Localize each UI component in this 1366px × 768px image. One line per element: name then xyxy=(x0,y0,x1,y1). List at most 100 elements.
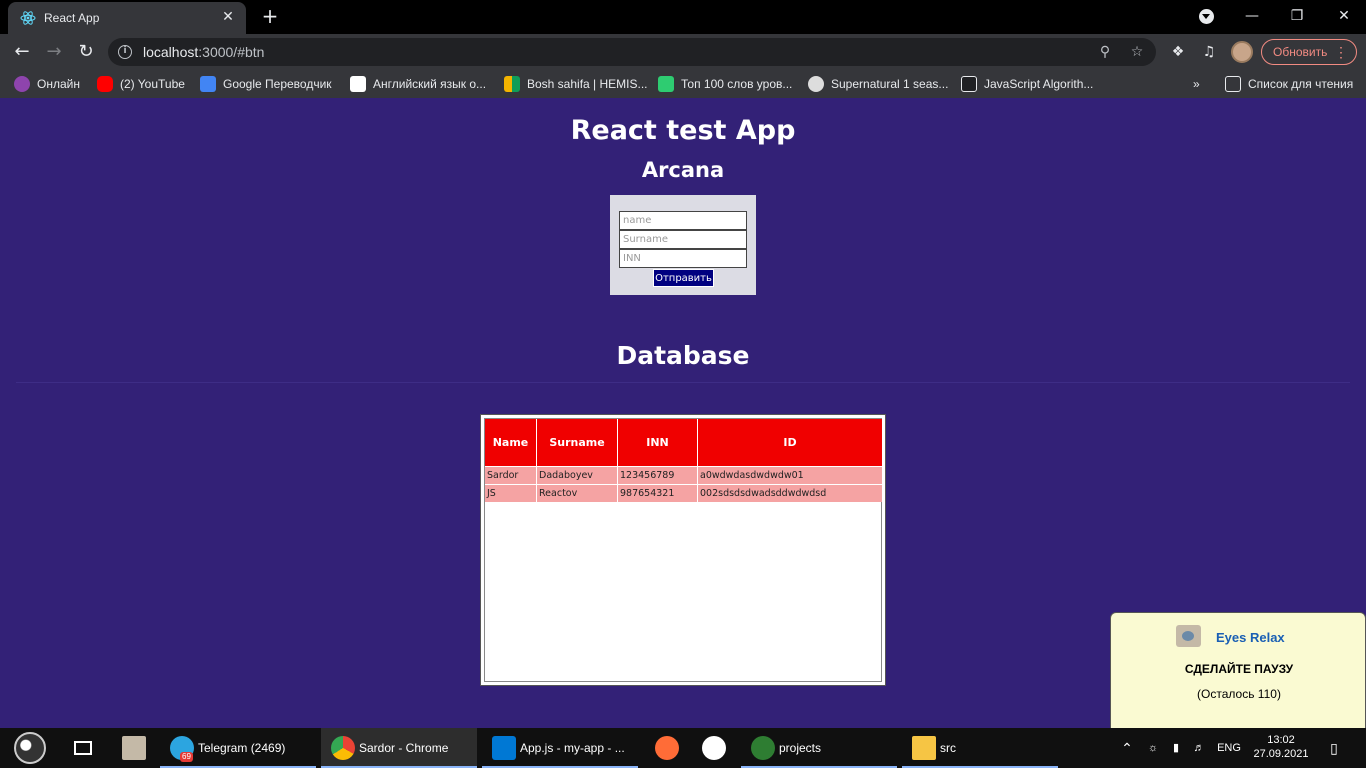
divider xyxy=(16,382,1350,383)
mongodb-icon xyxy=(702,736,726,760)
taskbar-telegram[interactable]: 69 Telegram (2469) xyxy=(160,728,316,768)
notifications-icon[interactable]: ▯ xyxy=(1320,728,1348,768)
reading-list-icon xyxy=(1225,76,1241,92)
notification-remaining: (Осталось 110) xyxy=(1197,687,1281,701)
header-surname: Surname xyxy=(537,419,618,466)
media-control-icon[interactable]: ♫ xyxy=(1200,43,1218,61)
taskbar-vscode[interactable]: App.js - my-app - ... xyxy=(482,728,638,768)
bookmark-english[interactable]: Английский язык о... xyxy=(350,76,486,94)
cell-inn: 987654321 xyxy=(618,484,698,502)
table-row: Sardor Dadaboyev 123456789 a0wdwdasdwdwd… xyxy=(485,466,883,484)
taskbar-mongodb[interactable] xyxy=(692,728,736,768)
menu-dots-icon[interactable]: ⋮ xyxy=(1334,40,1348,64)
close-tab-icon[interactable]: ✕ xyxy=(220,9,236,25)
user-form: Отправить xyxy=(610,195,756,295)
volume-icon[interactable]: ♬ xyxy=(1189,728,1209,768)
ed-icon xyxy=(658,76,674,92)
telegram-badge: 69 xyxy=(180,752,193,762)
minimize-icon[interactable]: — xyxy=(1232,4,1272,28)
clock-time: 13:02 xyxy=(1267,734,1295,746)
more-bookmarks-icon[interactable]: » xyxy=(1193,76,1200,94)
folder-icon xyxy=(912,736,936,760)
database-table: Name Surname INN ID Sardor Dadaboyev 123… xyxy=(485,419,883,502)
taskbar-postman[interactable] xyxy=(645,728,689,768)
hemis-icon xyxy=(504,76,520,92)
battery-icon[interactable]: ▮ xyxy=(1166,728,1186,768)
inn-input[interactable] xyxy=(619,249,747,268)
site-info-icon[interactable]: i xyxy=(118,45,132,59)
database-title: Database xyxy=(616,341,750,370)
bookmark-javascript[interactable]: JavaScript Algorith... xyxy=(961,76,1093,94)
header-name: Name xyxy=(485,419,537,466)
chrome-icon xyxy=(331,736,355,760)
back-icon[interactable]: ← xyxy=(10,40,34,64)
youtube-icon xyxy=(97,76,113,92)
tab-react-app[interactable]: React App ✕ xyxy=(8,2,246,34)
cell-id: a0wdwdasdwdwdw01 xyxy=(698,466,883,484)
restore-icon[interactable]: ❐ xyxy=(1277,4,1317,28)
taskbar-projects[interactable]: projects xyxy=(741,728,897,768)
profile-avatar[interactable] xyxy=(1231,41,1253,63)
react-icon xyxy=(20,10,36,26)
extensions-icon[interactable]: ❖ xyxy=(1169,43,1187,61)
yin-yang-icon xyxy=(14,732,46,764)
online-icon xyxy=(14,76,30,92)
translate-icon xyxy=(200,76,216,92)
taskbar-eyes-relax[interactable] xyxy=(110,728,160,768)
eyes-relax-notification[interactable]: Eyes Relax СДЕЛАЙТЕ ПАУЗУ (Осталось 110) xyxy=(1110,612,1366,736)
taskbar-chrome[interactable]: Sardor - Chrome xyxy=(321,728,477,768)
table-header-row: Name Surname INN ID xyxy=(485,419,883,466)
windows-taskbar: 69 Telegram (2469) Sardor - Chrome App.j… xyxy=(0,728,1366,768)
language-indicator[interactable]: ENG xyxy=(1212,728,1246,768)
table-row: JS Reactov 987654321 002sdsdsdwadsddwdwd… xyxy=(485,484,883,502)
javascript-algo-icon xyxy=(961,76,977,92)
address-bar[interactable]: i localhost:3000/#btn ⚲ ☆ xyxy=(108,38,1156,66)
zoom-icon[interactable]: ⚲ xyxy=(1096,43,1114,61)
bookmark-google-translate[interactable]: Google Переводчик xyxy=(200,76,332,94)
header-id: ID xyxy=(698,419,883,466)
browser-toolbar: ← → ↻ i localhost:3000/#btn ⚲ ☆ ❖ ♫ Обно… xyxy=(0,34,1366,70)
bookmark-youtube[interactable]: (2) YouTube xyxy=(97,76,185,94)
english-site-icon xyxy=(350,76,366,92)
new-tab-icon[interactable]: + xyxy=(260,6,280,26)
cell-name: JS xyxy=(485,484,537,502)
globe-icon xyxy=(808,76,824,92)
taskbar-src[interactable]: src xyxy=(902,728,1058,768)
page-title: React test App xyxy=(570,115,796,146)
notification-app-name: Eyes Relax xyxy=(1216,630,1285,645)
close-window-icon[interactable]: ✕ xyxy=(1324,4,1364,28)
reload-icon[interactable]: ↻ xyxy=(74,40,98,64)
cell-inn: 123456789 xyxy=(618,466,698,484)
bookmark-supernatural[interactable]: Supernatural 1 seas... xyxy=(808,76,948,94)
database-table-frame: Name Surname INN ID Sardor Dadaboyev 123… xyxy=(480,414,886,686)
start-button[interactable] xyxy=(0,728,60,768)
tray-overflow-icon[interactable]: ⌃ xyxy=(1117,728,1137,768)
eye-icon xyxy=(122,736,146,760)
cell-id: 002sdsdsdwadsddwdwdsd xyxy=(698,484,883,502)
wifi-icon[interactable]: ☼ xyxy=(1143,728,1163,768)
header-inn: INN xyxy=(618,419,698,466)
vscode-icon xyxy=(492,736,516,760)
forward-icon[interactable]: → xyxy=(42,40,66,64)
url-text: localhost:3000/#btn xyxy=(143,44,265,60)
name-input[interactable] xyxy=(619,211,747,230)
update-button[interactable]: Обновить ⋮ xyxy=(1261,39,1357,65)
task-view-button[interactable] xyxy=(64,728,104,768)
cell-surname: Dadaboyev xyxy=(537,466,618,484)
tab-search-icon[interactable] xyxy=(1199,9,1214,24)
submit-button[interactable]: Отправить xyxy=(653,269,714,287)
bookmark-top100[interactable]: Топ 100 слов уров... xyxy=(658,76,792,94)
notification-message: СДЕЛАЙТЕ ПАУЗУ xyxy=(1184,662,1294,676)
tab-title: React App xyxy=(44,11,100,25)
bookmark-hemis[interactable]: Bosh sahifa | HEMIS... xyxy=(504,76,648,94)
tree-icon xyxy=(751,736,775,760)
bookmarks-bar: Онлайн (2) YouTube Google Переводчик Анг… xyxy=(0,70,1366,98)
eye-icon xyxy=(1176,625,1201,647)
bookmark-online[interactable]: Онлайн xyxy=(14,76,80,94)
cell-name: Sardor xyxy=(485,466,537,484)
clock[interactable]: 13:02 27.09.2021 xyxy=(1250,728,1312,768)
page-subtitle: Arcana xyxy=(641,158,725,182)
reading-list[interactable]: Список для чтения xyxy=(1225,76,1353,94)
bookmark-star-icon[interactable]: ☆ xyxy=(1128,43,1146,61)
surname-input[interactable] xyxy=(619,230,747,249)
